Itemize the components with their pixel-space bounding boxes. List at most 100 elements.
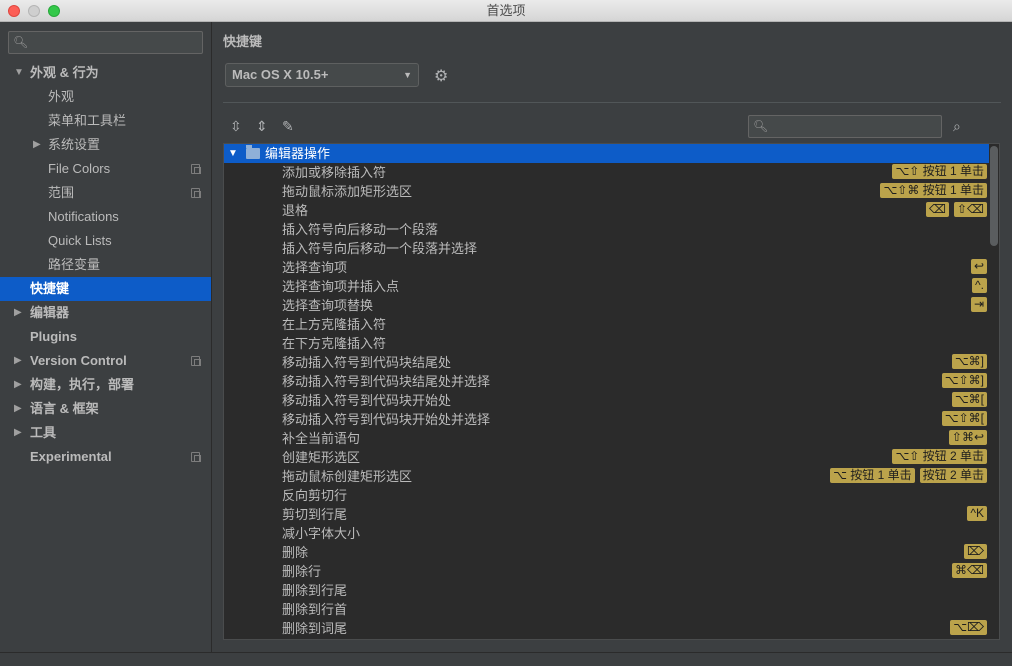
- group-label: 编辑器操作: [265, 146, 331, 161]
- gear-icon[interactable]: ⚙: [434, 66, 448, 86]
- sidebar-item[interactable]: ▶ 语言 & 框架: [0, 397, 211, 421]
- copy-icon: [191, 452, 201, 462]
- action-row[interactable]: 删除行 ⌘⌫: [224, 562, 989, 581]
- tree-group-editor-actions[interactable]: ▼ 编辑器操作: [224, 144, 989, 163]
- sidebar-item[interactable]: File Colors: [0, 157, 211, 181]
- action-label: 选择查询项替换: [282, 298, 374, 313]
- shortcut-list: ⌥⇧⌘ 按钮 1 单击: [880, 183, 987, 198]
- action-label: 插入符号向后移动一个段落并选择: [282, 241, 478, 256]
- sidebar-item[interactable]: ▼ 外观 & 行为: [0, 61, 211, 85]
- shortcut-badge: ⌥⌘]: [951, 354, 987, 369]
- sidebar-item[interactable]: ▶ 工具: [0, 421, 211, 445]
- sidebar-item[interactable]: 路径变量: [0, 253, 211, 277]
- action-label: 删除到词尾: [282, 621, 348, 636]
- shortcut-badge: ⌥⌦: [950, 620, 987, 635]
- sidebar-item[interactable]: ▶ 系统设置: [0, 133, 211, 157]
- sidebar-item[interactable]: ▶ 构建，执行，部署: [0, 373, 211, 397]
- sidebar-item[interactable]: Quick Lists: [0, 229, 211, 253]
- action-row[interactable]: 选择查询项替换 ⇥: [224, 296, 989, 315]
- action-row[interactable]: 创建矩形选区 ⌥⇧ 按钮 2 单击: [224, 448, 989, 467]
- sidebar-item[interactable]: Plugins: [0, 325, 211, 349]
- settings-search-input[interactable]: 🔍︎: [8, 31, 203, 54]
- sidebar-item[interactable]: 外观: [0, 85, 211, 109]
- action-row[interactable]: 删除到词尾 ⌥⌦: [224, 619, 989, 638]
- action-label: 删除: [282, 545, 309, 560]
- sidebar-item-label: 路径变量: [48, 257, 101, 272]
- action-row[interactable]: 选择查询项 ↩: [224, 258, 989, 277]
- sidebar-item-label: File Colors: [48, 161, 111, 176]
- sidebar-item[interactable]: Experimental: [0, 445, 211, 469]
- sidebar-item-label: Notifications: [48, 209, 119, 224]
- action-label: 删除到行首: [282, 602, 348, 617]
- action-row[interactable]: 在上方克隆插入符: [224, 315, 989, 334]
- chevron-right-icon[interactable]: ▶: [14, 349, 22, 373]
- close-window-button[interactable]: [8, 5, 20, 17]
- sidebar-item[interactable]: 范围: [0, 181, 211, 205]
- shortcut-badge: ⇧⌘↩: [948, 430, 987, 445]
- action-label: 创建矩形选区: [282, 450, 361, 465]
- action-row[interactable]: 插入符号向后移动一个段落: [224, 220, 989, 239]
- chevron-right-icon[interactable]: ▶: [14, 373, 22, 397]
- action-label: 移动插入符号到代码块开始处: [282, 393, 452, 408]
- collapse-all-icon[interactable]: ⇕: [256, 118, 268, 135]
- chevron-down-icon[interactable]: ▼: [228, 144, 238, 163]
- find-shortcut-icon[interactable]: ⌕: [953, 118, 961, 135]
- edit-icon[interactable]: ✎: [282, 118, 294, 135]
- action-row[interactable]: 添加或移除插入符 ⌥⇧ 按钮 1 单击: [224, 163, 989, 182]
- keymap-dropdown[interactable]: Mac OS X 10.5+ ▼: [225, 63, 419, 87]
- scrollbar-thumb[interactable]: [990, 146, 998, 246]
- sidebar-item[interactable]: 菜单和工具栏: [0, 109, 211, 133]
- action-row[interactable]: 删除到行首: [224, 600, 989, 619]
- action-label: 移动插入符号到代码块开始处并选择: [282, 412, 491, 427]
- sidebar-item[interactable]: Notifications: [0, 205, 211, 229]
- action-row[interactable]: 补全当前语句 ⇧⌘↩: [224, 429, 989, 448]
- action-row[interactable]: 移动插入符号到代码块开始处并选择 ⌥⇧⌘[: [224, 410, 989, 429]
- minimize-window-button[interactable]: [28, 5, 40, 17]
- action-row[interactable]: 删除到行尾: [224, 581, 989, 600]
- action-row[interactable]: 减小字体大小: [224, 524, 989, 543]
- search-icon: 🔍︎: [753, 119, 769, 133]
- sidebar-item-label: 外观 & 行为: [30, 65, 99, 80]
- shortcut-badge: ^K: [967, 506, 987, 521]
- window-title: 首选项: [486, 3, 526, 18]
- sidebar-item-label: 快捷键: [30, 281, 70, 296]
- keymap-search-input[interactable]: 🔍︎: [748, 115, 942, 138]
- shortcut-list: ⌥⇧ 按钮 1 单击: [892, 164, 987, 179]
- action-label: 在上方克隆插入符: [282, 317, 387, 332]
- shortcut-badge: ⇧⌫: [953, 202, 987, 217]
- expand-all-icon[interactable]: ⇳: [230, 118, 242, 135]
- shortcut-list: ⌥⌘]: [951, 354, 987, 369]
- chevron-right-icon[interactable]: ▶: [33, 133, 41, 157]
- action-row[interactable]: 退格 ⌫ ⇧⌫: [224, 201, 989, 220]
- action-row[interactable]: 选择查询项并插入点 ^.: [224, 277, 989, 296]
- shortcut-list: ⌥⇧⌘[: [941, 411, 987, 426]
- action-row[interactable]: 拖动鼠标添加矩形选区 ⌥⇧⌘ 按钮 1 单击: [224, 182, 989, 201]
- action-row[interactable]: 插入符号向后移动一个段落并选择: [224, 239, 989, 258]
- zoom-window-button[interactable]: [48, 5, 60, 17]
- action-label: 在下方克隆插入符: [282, 336, 387, 351]
- folder-icon: [246, 145, 260, 159]
- action-row[interactable]: 删除 ⌦: [224, 543, 989, 562]
- action-row[interactable]: 在下方克隆插入符: [224, 334, 989, 353]
- keymap-panel: 快捷键 Mac OS X 10.5+ ▼ ⚙ ⇳ ⇕ ✎ 🔍︎ ⌕ ▼ 编辑器操…: [212, 22, 1012, 652]
- sidebar-item[interactable]: ▶ 编辑器: [0, 301, 211, 325]
- sidebar-item[interactable]: 快捷键: [0, 277, 211, 301]
- action-row[interactable]: 移动插入符号到代码块结尾处 ⌥⌘]: [224, 353, 989, 372]
- shortcut-badge: ⌥⇧⌘ 按钮 1 单击: [880, 183, 987, 198]
- chevron-right-icon[interactable]: ▶: [14, 301, 22, 325]
- action-label: 减小字体大小: [282, 526, 361, 541]
- copy-icon: [191, 164, 201, 174]
- action-row[interactable]: 拖动鼠标创建矩形选区 ⌥ 按钮 1 单击 按钮 2 单击: [224, 467, 989, 486]
- action-row[interactable]: 移动插入符号到代码块开始处 ⌥⌘[: [224, 391, 989, 410]
- action-label: 删除到行尾: [282, 583, 348, 598]
- action-row[interactable]: 移动插入符号到代码块结尾处并选择 ⌥⇧⌘]: [224, 372, 989, 391]
- shortcut-badge: ↩: [970, 259, 987, 274]
- chevron-down-icon[interactable]: ▼: [14, 61, 24, 85]
- sidebar-item[interactable]: ▶ Version Control: [0, 349, 211, 373]
- chevron-right-icon[interactable]: ▶: [14, 397, 22, 421]
- shortcut-list: ⌥⇧⌘]: [941, 373, 987, 388]
- action-row[interactable]: 剪切到行尾 ^K: [224, 505, 989, 524]
- shortcut-badge: ^.: [972, 278, 987, 293]
- action-row[interactable]: 反向剪切行: [224, 486, 989, 505]
- chevron-right-icon[interactable]: ▶: [14, 421, 22, 445]
